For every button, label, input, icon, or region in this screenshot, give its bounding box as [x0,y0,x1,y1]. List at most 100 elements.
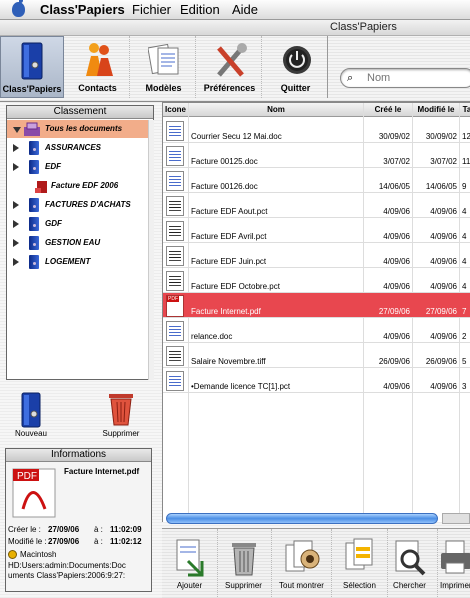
menu-edition[interactable]: Edition [180,2,220,17]
document-icon [166,321,184,341]
contacts-button[interactable]: Contacts [66,36,130,98]
cell-modified: 3/07/02 [430,157,457,166]
search-field[interactable]: ⌕ [340,68,470,88]
cell-created: 14/06/05 [378,182,410,191]
tout-montrer-button[interactable]: Tout montrer [272,529,332,597]
cell-size: 3 [462,382,467,391]
cell-name: Facture Internet.pdf [191,307,261,316]
tree-item-tous[interactable]: Tous les documents [7,120,153,138]
app-menu[interactable]: Class'Papiers [40,2,125,17]
selection-icon [345,538,373,570]
quitter-button[interactable]: Quitter [264,36,328,98]
cell-modified: 14/06/05 [425,182,457,191]
tree-item-facture-edf-2006[interactable]: Facture EDF 2006 [7,177,153,195]
cell-size: 4 [462,257,467,266]
tree-item-edf[interactable]: EDF [7,158,153,176]
show-all-icon [285,540,320,572]
preferences-label: Préférences [203,83,256,93]
table-row[interactable]: Salaire Novembre.tiff 26/09/06 26/09/06 5 [163,343,470,368]
tools-icon [217,43,247,77]
table-row[interactable]: •Demande licence TC[1].pct 4/09/06 4/09/06… [163,368,470,393]
menu-fichier[interactable]: Fichier [132,2,171,17]
ajouter-button[interactable]: Ajouter [162,529,218,597]
column-modifie-le[interactable]: Modifié le [413,105,459,114]
table-row[interactable]: Facture 00125.doc 3/07/02 3/07/02 11 [163,143,470,168]
selection-label: Sélection [343,581,376,590]
info-created-label: Créer le : [8,525,41,534]
image-file-icon [166,271,184,291]
tree-item-label: EDF [45,162,61,171]
cell-name: Facture EDF Aout.pct [191,207,268,216]
disclosure-closed-icon[interactable] [13,220,19,228]
cell-created: 4/09/06 [383,382,410,391]
tree-item-assurances[interactable]: ASSURANCES [7,139,153,157]
search-input[interactable] [367,72,467,84]
table-row[interactable]: Facture EDF Octobre.pct 4/09/06 4/09/06 4 [163,268,470,293]
supprimer-sidebar-button[interactable]: Supprimer [96,392,146,442]
cell-modified: 4/09/06 [430,257,457,266]
cell-name: •Demande licence TC[1].pct [191,382,291,391]
disclosure-closed-icon[interactable] [13,239,19,247]
tree-item-factures-achats[interactable]: FACTURES D'ACHATS [7,196,153,214]
binder-icon [29,236,39,250]
apple-menu-icon[interactable] [12,0,25,17]
menu-aide[interactable]: Aide [232,2,258,17]
chercher-label: Chercher [393,581,426,590]
info-modified-date: 27/09/06 [48,537,80,546]
svg-text:PDF: PDF [17,471,37,482]
column-taille[interactable]: Ta [460,105,470,114]
binder-icon [21,392,41,428]
table-row[interactable]: relance.doc 4/09/06 4/09/06 2 [163,318,470,343]
table-row[interactable]: Facture EDF Avril.pct 4/09/06 4/09/06 4 [163,218,470,243]
column-nom[interactable]: Nom [189,105,363,114]
tree-item-gestion-eau[interactable]: GESTION EAU [7,234,153,252]
modeles-button[interactable]: Modèles [132,36,196,98]
preferences-button[interactable]: Préférences [198,36,262,98]
chercher-button[interactable]: Chercher [382,529,438,597]
imprimer-button[interactable]: Imprimer [438,529,470,597]
table-row[interactable]: Facture Internet.pdf 27/09/06 27/09/06 7 [163,293,470,318]
binder-icon [29,198,39,212]
search-document-icon [395,540,426,576]
tout-montrer-label: Tout montrer [279,581,324,590]
table-row[interactable]: Facture EDF Juin.pct 4/09/06 4/09/06 4 [163,243,470,268]
cell-size: 12 [462,132,470,141]
horizontal-scrollbar-thumb[interactable] [166,513,438,524]
disclosure-closed-icon[interactable] [13,163,19,171]
table-row[interactable]: Facture 00126.doc 14/06/05 14/06/05 9 [163,168,470,193]
disclosure-closed-icon[interactable] [13,258,19,266]
table-row[interactable]: Facture EDF Aout.pct 4/09/06 4/09/06 4 [163,193,470,218]
ajouter-label: Ajouter [176,581,203,590]
tree-item-gdf[interactable]: GDF [7,215,153,233]
tree-item-logement[interactable]: LOGEMENT [7,253,153,271]
disclosure-closed-icon[interactable] [13,201,19,209]
binder-icon [29,255,39,269]
cell-size: 11 [462,157,470,166]
cell-size: 4 [462,207,467,216]
disclosure-open-icon[interactable] [13,127,21,133]
cell-name: Facture 00126.doc [191,182,258,191]
tree-item-label: ASSURANCES [45,143,102,152]
cell-size: 5 [462,357,467,366]
cell-modified: 4/09/06 [430,207,457,216]
supprimer-button[interactable]: Supprimer [216,529,272,597]
nouveau-button[interactable]: Nouveau [6,392,56,442]
disclosure-closed-icon[interactable] [13,144,19,152]
binder-icon [29,160,39,174]
column-cree-le[interactable]: Créé le [364,105,412,114]
classpapiers-label: Class'Papiers [2,84,62,94]
scroll-arrows[interactable] [442,513,470,524]
cell-created: 30/09/02 [378,132,410,141]
column-icone[interactable]: Icone [163,105,188,114]
sidebar-scrollbar[interactable] [148,120,154,380]
tree-item-label: GESTION EAU [45,238,101,247]
tree-item-label: GDF [45,219,62,228]
classpapiers-button[interactable]: Class'Papiers [0,36,64,98]
table-row[interactable]: Courrier Secu 12 Mai.doc 30/09/02 30/09/02… [163,118,470,143]
window-title: Class'Papiers [330,21,397,33]
selection-button[interactable]: Sélection [332,529,388,597]
binder-icon [29,141,39,155]
power-icon [283,46,311,74]
cell-modified: 30/09/02 [425,132,457,141]
info-modified-label: Modifié le : [8,537,47,546]
